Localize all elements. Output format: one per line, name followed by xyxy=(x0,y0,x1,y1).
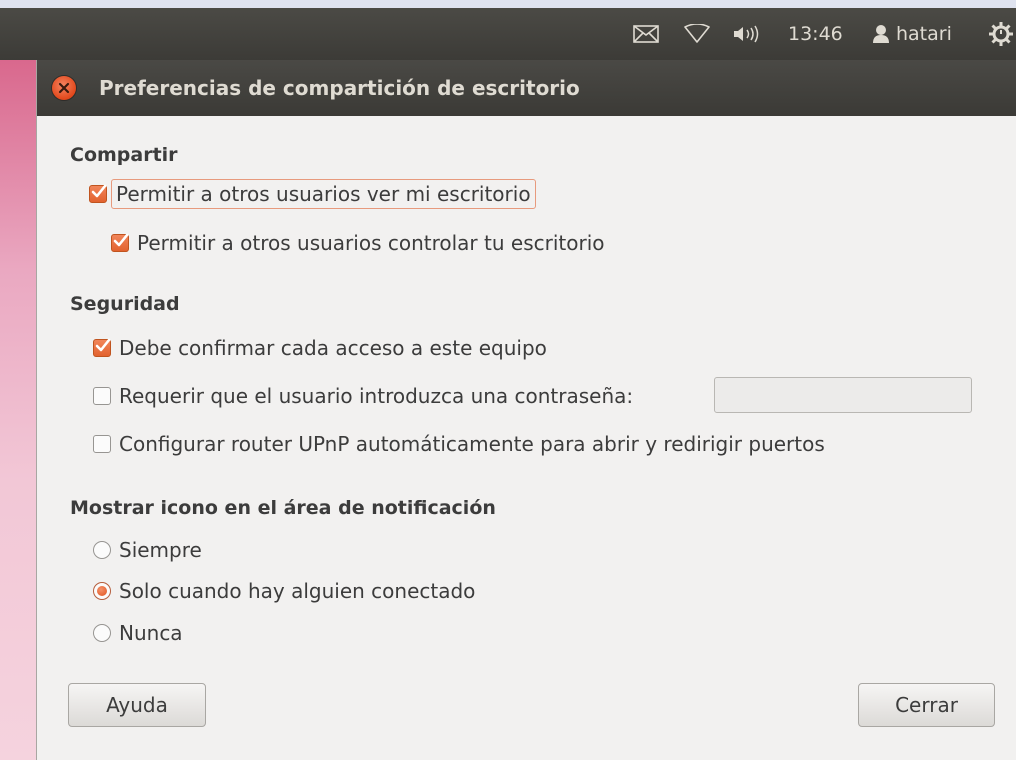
help-button[interactable]: Ayuda xyxy=(68,683,206,727)
notify-option-connected[interactable]: Solo cuando hay alguien conectado xyxy=(93,579,475,603)
confirm-access-checkbox[interactable] xyxy=(93,338,111,357)
title-bar: Preferencias de compartición de escritor… xyxy=(37,60,1016,116)
require-password-label: Requerir que el usuario introduzca una c… xyxy=(119,384,634,408)
clock[interactable]: 13:46 xyxy=(788,23,843,45)
confirm-access-option[interactable]: Debe confirmar cada acceso a este equipo xyxy=(93,336,547,360)
user-name: hatari xyxy=(896,23,952,45)
upnp-checkbox[interactable] xyxy=(93,435,111,453)
network-icon[interactable] xyxy=(684,8,710,60)
power-gear-icon[interactable] xyxy=(988,8,1016,60)
allow-control-option[interactable]: Permitir a otros usuarios controlar tu e… xyxy=(111,231,604,255)
notify-option-always[interactable]: Siempre xyxy=(93,538,202,562)
always-label: Siempre xyxy=(119,538,202,562)
user-icon xyxy=(872,24,890,44)
close-window-button[interactable] xyxy=(52,76,76,100)
allow-control-label: Permitir a otros usuarios controlar tu e… xyxy=(137,231,605,255)
connected-label: Solo cuando hay alguien conectado xyxy=(119,579,476,603)
require-password-checkbox[interactable] xyxy=(93,387,111,405)
preferences-dialog: Preferencias de compartición de escritor… xyxy=(36,60,1016,760)
allow-view-checkbox[interactable] xyxy=(89,184,107,203)
mail-icon[interactable] xyxy=(633,8,659,60)
notify-option-never[interactable]: Nunca xyxy=(93,621,183,645)
upnp-label: Configurar router UPnP automáticamente p… xyxy=(119,432,825,456)
sharing-heading: Compartir xyxy=(70,144,178,166)
upnp-option[interactable]: Configurar router UPnP automáticamente p… xyxy=(93,432,825,456)
volume-icon[interactable] xyxy=(732,8,762,60)
desktop-background xyxy=(0,60,36,760)
always-radio[interactable] xyxy=(93,541,111,559)
password-field[interactable] xyxy=(714,377,972,413)
top-strip xyxy=(0,0,1016,8)
radio-dot xyxy=(97,586,107,596)
never-radio[interactable] xyxy=(93,624,111,642)
notification-heading: Mostrar icono en el área de notificación xyxy=(70,497,496,519)
top-panel: 13:46 hatari xyxy=(0,8,1016,60)
security-heading: Seguridad xyxy=(70,293,180,315)
user-menu[interactable]: hatari xyxy=(872,8,952,60)
allow-view-option[interactable]: Permitir a otros usuarios ver mi escrito… xyxy=(89,179,536,209)
connected-radio[interactable] xyxy=(93,582,111,600)
window-title: Preferencias de compartición de escritor… xyxy=(99,76,580,100)
allow-view-label: Permitir a otros usuarios ver mi escrito… xyxy=(111,179,536,209)
close-button[interactable]: Cerrar xyxy=(858,683,995,727)
require-password-option[interactable]: Requerir que el usuario introduzca una c… xyxy=(93,384,633,408)
never-label: Nunca xyxy=(119,621,183,645)
confirm-access-label: Debe confirmar cada acceso a este equipo xyxy=(119,336,547,360)
allow-control-checkbox[interactable] xyxy=(111,233,129,252)
